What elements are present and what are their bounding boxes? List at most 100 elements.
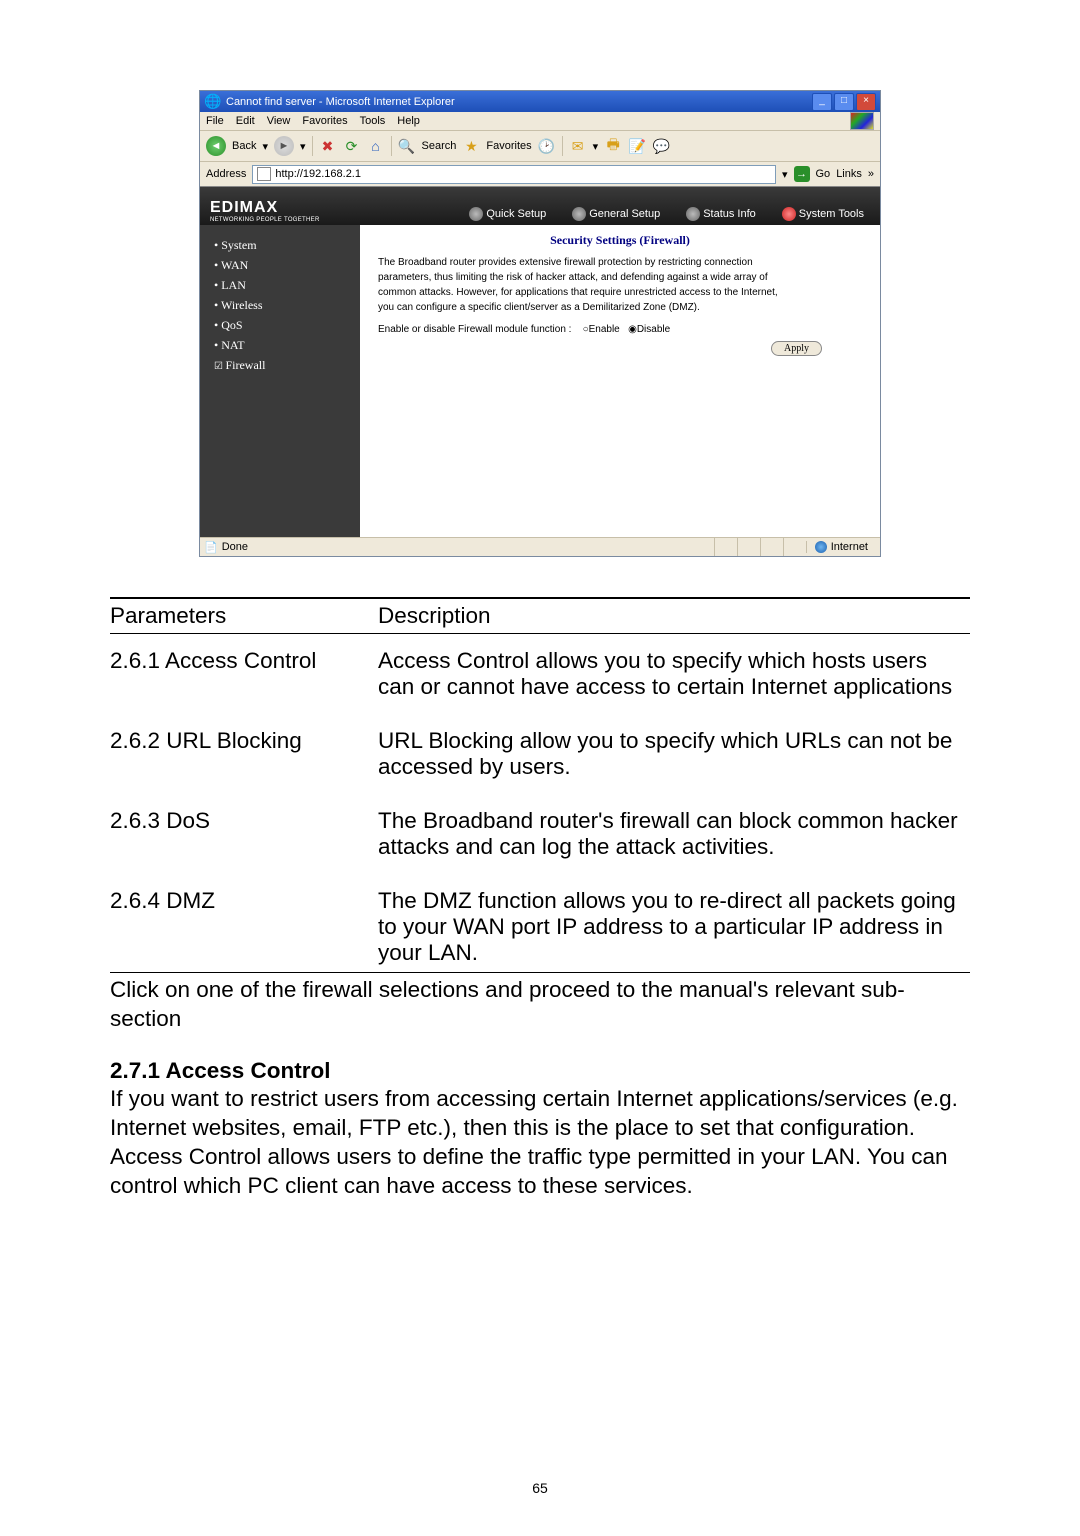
url-input[interactable]: http://192.168.2.1	[252, 165, 776, 184]
globe-icon	[686, 207, 700, 221]
param-desc: The DMZ function allows you to re-direct…	[378, 874, 970, 973]
tab-system-tools[interactable]: System Tools	[782, 207, 864, 221]
col-parameters: Parameters	[110, 598, 378, 634]
sidebar-item-qos[interactable]: QoS	[214, 315, 360, 335]
separator-icon	[312, 136, 313, 156]
radio-disable[interactable]: ◉Disable	[628, 324, 670, 335]
toolbar: ◄ Back ▾ ► ▾ ✖ ⟳ ⌂ 🔍 Search ★ Favorites …	[200, 131, 880, 162]
menu-edit[interactable]: Edit	[236, 115, 255, 127]
router-banner: EDIMAX NETWORKING PEOPLE TOGETHER Quick …	[200, 187, 880, 225]
menu-tools[interactable]: Tools	[360, 115, 386, 127]
favorites-label: Favorites	[486, 140, 531, 152]
maximize-button[interactable]: □	[834, 93, 854, 111]
param-name: 2.6.4 DMZ	[110, 874, 378, 973]
statusbar: 📄 Done Internet	[200, 537, 880, 556]
brand-tagline: NETWORKING PEOPLE TOGETHER	[210, 217, 352, 223]
tab-general-setup[interactable]: General Setup	[572, 207, 660, 221]
discuss-icon[interactable]: 💬	[652, 137, 670, 155]
param-desc: The Broadband router's firewall can bloc…	[378, 794, 970, 874]
param-name: 2.6.1 Access Control	[110, 634, 378, 715]
search-label: Search	[422, 140, 457, 152]
panel-text: parameters, thus limiting the risk of ha…	[378, 271, 862, 284]
param-desc: Access Control allows you to specify whi…	[378, 634, 970, 715]
panel-heading: Security Settings (Firewall)	[378, 233, 862, 248]
table-row: 2.6.1 Access Control Access Control allo…	[110, 634, 970, 715]
menu-view[interactable]: View	[267, 115, 291, 127]
links-label: Links	[836, 168, 862, 180]
panel-text: common attacks. However, for application…	[378, 286, 862, 299]
forward-button[interactable]: ►	[274, 136, 294, 156]
router-main-panel: Security Settings (Firewall) The Broadba…	[360, 225, 880, 537]
parameters-table: Parameters Description 2.6.1 Access Cont…	[110, 597, 970, 973]
tab-quick-setup[interactable]: Quick Setup	[469, 207, 546, 221]
page-icon: 📄	[204, 541, 218, 554]
menu-favorites[interactable]: Favorites	[302, 115, 347, 127]
page-content: EDIMAX NETWORKING PEOPLE TOGETHER Quick …	[200, 187, 880, 537]
go-button[interactable]: →	[794, 166, 810, 182]
table-row: 2.6.4 DMZ The DMZ function allows you to…	[110, 874, 970, 973]
apply-button[interactable]: Apply	[771, 341, 822, 356]
globe-icon	[572, 207, 586, 221]
status-cell	[760, 538, 783, 556]
sidebar-item-nat[interactable]: NAT	[214, 335, 360, 355]
addressbar: Address http://192.168.2.1 ▾ → Go Links …	[200, 162, 880, 187]
menu-help[interactable]: Help	[397, 115, 420, 127]
table-row: 2.6.3 DoS The Broadband router's firewal…	[110, 794, 970, 874]
mail-dropdown[interactable]: ▾	[593, 140, 599, 153]
print-icon[interactable]: 🖶	[604, 137, 622, 155]
ie-window: 🌐 Cannot find server - Microsoft Interne…	[199, 90, 881, 557]
internet-icon	[815, 541, 827, 553]
menu-file[interactable]: File	[206, 115, 224, 127]
sidebar-item-system[interactable]: System	[214, 235, 360, 255]
brand-logo: EDIMAX NETWORKING PEOPLE TOGETHER	[200, 195, 360, 225]
history-icon[interactable]: 🕑	[538, 137, 556, 155]
sidebar-item-wan[interactable]: WAN	[214, 255, 360, 275]
back-label: Back	[232, 140, 256, 152]
sidebar-item-wireless[interactable]: Wireless	[214, 295, 360, 315]
param-name: 2.6.3 DoS	[110, 794, 378, 874]
panel-text: The Broadband router provides extensive …	[378, 256, 862, 269]
titlebar: 🌐 Cannot find server - Microsoft Interne…	[200, 91, 880, 112]
sidebar-item-firewall[interactable]: Firewall	[214, 355, 360, 377]
radio-enable[interactable]: ○Enable	[583, 324, 620, 335]
search-icon[interactable]: 🔍	[398, 137, 416, 155]
forward-dropdown[interactable]: ▾	[300, 140, 306, 153]
address-label: Address	[206, 168, 246, 180]
edit-icon[interactable]: 📝	[628, 137, 646, 155]
table-footnote: Click on one of the firewall selections …	[110, 975, 970, 1034]
separator-icon	[391, 136, 392, 156]
status-cell	[783, 538, 806, 556]
mail-icon[interactable]: ✉	[569, 137, 587, 155]
sidebar-item-lan[interactable]: LAN	[214, 275, 360, 295]
menubar: File Edit View Favorites Tools Help	[200, 112, 880, 131]
globe-icon	[469, 207, 483, 221]
param-name: 2.6.2 URL Blocking	[110, 714, 378, 794]
page-icon	[257, 167, 271, 181]
close-button[interactable]: ×	[856, 93, 876, 111]
address-dropdown[interactable]: ▾	[782, 168, 788, 181]
refresh-icon[interactable]: ⟳	[343, 137, 361, 155]
ie-icon: 🌐	[204, 93, 222, 111]
back-button[interactable]: ◄	[206, 136, 226, 156]
section-heading: 2.7.1 Access Control	[110, 1058, 970, 1084]
home-icon[interactable]: ⌂	[367, 137, 385, 155]
tab-status-info[interactable]: Status Info	[686, 207, 756, 221]
back-dropdown[interactable]: ▾	[262, 140, 268, 153]
favorites-icon[interactable]: ★	[462, 137, 480, 155]
firewall-toggle-row: Enable or disable Firewall module functi…	[378, 324, 862, 335]
separator-icon	[562, 136, 563, 156]
stop-icon[interactable]: ✖	[319, 137, 337, 155]
status-cell	[737, 538, 760, 556]
col-description: Description	[378, 598, 970, 634]
go-label: Go	[816, 168, 831, 180]
status-cell	[714, 538, 737, 556]
status-done: 📄 Done	[204, 541, 248, 554]
url-text: http://192.168.2.1	[275, 168, 361, 180]
section-body: If you want to restrict users from acces…	[110, 1084, 970, 1201]
window-title: Cannot find server - Microsoft Internet …	[222, 96, 812, 108]
brand-name: EDIMAX	[210, 199, 352, 217]
minimize-button[interactable]: _	[812, 93, 832, 111]
windows-flag-icon	[850, 112, 874, 130]
toggle-label: Enable or disable Firewall module functi…	[378, 324, 571, 335]
links-chevron-icon[interactable]: »	[868, 168, 874, 180]
